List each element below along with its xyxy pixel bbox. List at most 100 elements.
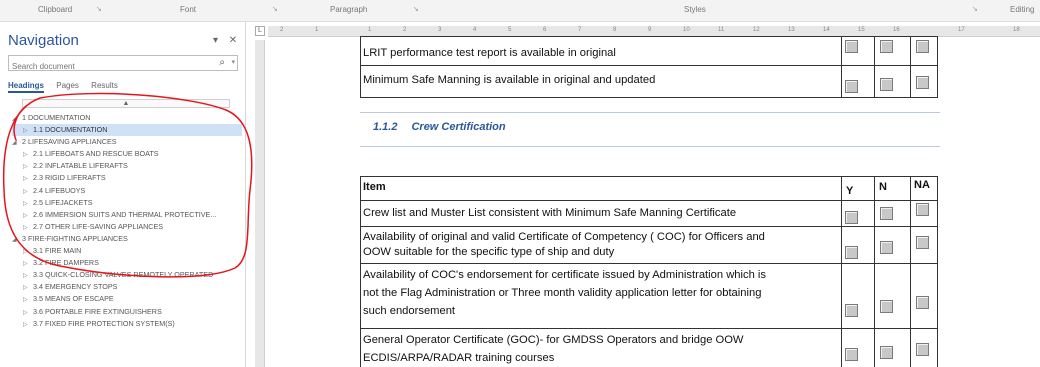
table-cell-text[interactable]: Availability of original and valid Certi…: [363, 229, 765, 245]
table-cell-text[interactable]: ECDIS/ARPA/RADAR training courses: [363, 350, 554, 366]
collapsed-arrow-icon: ▷: [23, 212, 28, 219]
table-cell-text[interactable]: Availability of COC's endorsement for ce…: [363, 267, 766, 283]
checkbox-n[interactable]: [880, 207, 893, 220]
table-border: [937, 36, 938, 98]
tree-item-1-1-documentation[interactable]: ▷ 1.1 DOCUMENTATION: [12, 124, 242, 137]
checkbox-na[interactable]: [916, 40, 929, 53]
tree-item[interactable]: ▷ 2.2 INFLATABLE LIFERAFTS: [12, 160, 242, 172]
search-dropdown-icon[interactable]: ▾: [231, 58, 235, 66]
ribbon-group-clipboard[interactable]: Clipboard: [38, 5, 72, 14]
tree-item-documentation[interactable]: ◢ 1 DOCUMENTATION: [12, 112, 242, 124]
ruler-tick: 10: [683, 27, 690, 33]
table-border: [874, 176, 875, 367]
ruler-tick: 11: [718, 27, 725, 33]
checkbox-n[interactable]: [880, 346, 893, 359]
checkbox-na[interactable]: [916, 203, 929, 216]
tree-item[interactable]: ▷ 2.1 LIFEBOATS AND RESCUE BOATS: [12, 148, 242, 160]
checkbox-n[interactable]: [880, 241, 893, 254]
ribbon-group-editing[interactable]: Editing: [1010, 5, 1034, 14]
table-cell-text[interactable]: not the Flag Administration or Three mon…: [363, 285, 761, 301]
checkbox-na[interactable]: [916, 343, 929, 356]
ruler-tick: 13: [788, 27, 795, 33]
expanded-arrow-icon[interactable]: ◢: [12, 234, 22, 246]
checkbox-y[interactable]: [845, 304, 858, 317]
ribbon-group-styles[interactable]: Styles: [684, 5, 706, 14]
tree-item[interactable]: ▷ 3.7 FIXED FIRE PROTECTION SYSTEM(S): [12, 318, 242, 330]
vertical-ruler[interactable]: [255, 40, 265, 367]
table-border: [360, 226, 938, 227]
table-border: [360, 263, 938, 264]
section-title: Crew Certification: [411, 121, 506, 133]
tree-item[interactable]: ▷ 3.4 EMERGENCY STOPS: [12, 281, 242, 293]
tree-item[interactable]: ▷ 3.6 PORTABLE FIRE EXTINGUISHERS: [12, 306, 242, 318]
styles-launcher-icon[interactable]: ↘: [972, 5, 978, 13]
search-icon[interactable]: ⌕: [219, 57, 225, 68]
table-border: [360, 328, 938, 329]
column-header-y: Y: [846, 185, 854, 197]
tree-item[interactable]: ▷ 2.4 LIFEBUOYS: [12, 185, 242, 197]
ruler-tick: 9: [648, 27, 652, 33]
tree-item[interactable]: ▷ 2.6 IMMERSION SUITS AND THERMAL PROTECT…: [12, 209, 242, 221]
tab-pages[interactable]: Pages: [56, 81, 79, 90]
table-border: [937, 176, 938, 367]
clipboard-launcher-icon[interactable]: ↘: [96, 5, 102, 13]
expanded-arrow-icon[interactable]: ◢: [12, 137, 22, 149]
tree-item[interactable]: ▷ 2.5 LIFEJACKETS: [12, 197, 242, 209]
search-box: ⌕ ▾: [8, 55, 238, 74]
checkbox-na[interactable]: [916, 296, 929, 309]
ribbon-group-font[interactable]: Font: [180, 5, 196, 14]
table-border: [360, 36, 938, 37]
table-cell-text[interactable]: LRIT performance test report is availabl…: [363, 45, 616, 61]
navigation-tabs: Headings Pages Results: [8, 81, 128, 93]
table-border: [360, 65, 938, 66]
checkbox-n[interactable]: [880, 300, 893, 313]
checkbox-y[interactable]: [845, 348, 858, 361]
tree-item-lifesaving-appliances[interactable]: ◢ 2 LIFESAVING APPLIANCES: [12, 136, 242, 148]
search-input[interactable]: [9, 59, 209, 74]
table-cell-text[interactable]: Crew list and Muster List consistent wit…: [363, 205, 736, 221]
table-border: [910, 36, 911, 98]
headings-tree: ◢ 1 DOCUMENTATION ▷ 1.1 DOCUMENTATION ◢ 2 L…: [12, 112, 242, 330]
collapse-bar[interactable]: ▲: [22, 99, 230, 108]
column-header-na: NA: [914, 179, 930, 191]
collapsed-arrow-icon: ▷: [23, 297, 28, 304]
checkbox-n[interactable]: [880, 40, 893, 53]
pane-controls[interactable]: ▾ ✕: [213, 35, 241, 46]
ruler-tick: 14: [823, 27, 830, 33]
checkbox-n[interactable]: [880, 78, 893, 91]
tree-item[interactable]: ▷ 2.7 OTHER LIFE-SAVING APPLIANCES: [12, 221, 242, 233]
ruler-tick: 18: [1013, 27, 1020, 33]
font-launcher-icon[interactable]: ↘: [272, 5, 278, 13]
checkbox-y[interactable]: [845, 211, 858, 224]
ruler-tick: 3: [438, 27, 442, 33]
tab-results[interactable]: Results: [91, 81, 118, 90]
checkbox-y[interactable]: [845, 246, 858, 259]
tree-item[interactable]: ▷ 2.3 RIGID LIFERAFTS: [12, 172, 242, 184]
collapsed-arrow-icon: ▷: [23, 176, 28, 183]
table-border: [360, 36, 361, 98]
checkbox-y[interactable]: [845, 80, 858, 93]
ruler-tick: 15: [858, 27, 865, 33]
tab-headings[interactable]: Headings: [8, 81, 45, 93]
checkbox-y[interactable]: [845, 40, 858, 53]
table-cell-text[interactable]: such endorsement: [363, 303, 455, 319]
ribbon-group-paragraph[interactable]: Paragraph: [330, 5, 367, 14]
collapsed-arrow-icon: ▷: [23, 200, 28, 207]
section-heading[interactable]: 1.1.2 Crew Certification: [373, 121, 506, 133]
paragraph-launcher-icon[interactable]: ↘: [413, 5, 419, 13]
checkbox-na[interactable]: [916, 76, 929, 89]
tree-item-fire-fighting-appliances[interactable]: ◢ 3 FIRE-FIGHTING APPLIANCES: [12, 233, 242, 245]
ruler-tick: 16: [893, 27, 900, 33]
table-cell-text[interactable]: Minimum Safe Manning is available in ori…: [363, 72, 655, 88]
tree-item[interactable]: ▷ 3.2 FIRE DAMPERS: [12, 257, 242, 269]
tree-item[interactable]: ▷ 3.5 MEANS OF ESCAPE: [12, 293, 242, 305]
table-cell-text[interactable]: General Operator Certificate (GOC)- for …: [363, 332, 744, 348]
checkbox-na[interactable]: [916, 236, 929, 249]
expanded-arrow-icon[interactable]: ◢: [12, 113, 22, 125]
collapsed-arrow-icon: ▷: [23, 188, 28, 195]
tab-selector[interactable]: L: [255, 26, 265, 36]
tree-item[interactable]: ▷ 3.1 FIRE MAIN: [12, 245, 242, 257]
table-cell-text[interactable]: OOW suitable for the specific type of sh…: [363, 244, 614, 260]
table-border: [910, 176, 911, 367]
tree-item[interactable]: ▷ 3.3 QUICK-CLOSING VALVES REMOTELY OPERA…: [12, 269, 242, 281]
